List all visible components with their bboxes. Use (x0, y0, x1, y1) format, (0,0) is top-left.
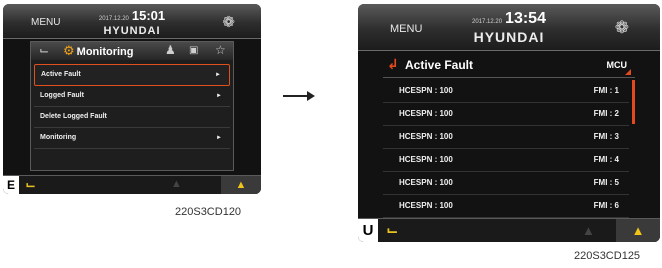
fault-row[interactable]: HCESPN : 100 FMI : 4 (383, 149, 629, 172)
fault-row[interactable]: HCESPN : 100 FMI : 3 (383, 126, 629, 149)
steering-wheel-icon[interactable]: ❁ (615, 18, 629, 38)
fault-row[interactable]: HCESPN : 100 FMI : 5 (383, 172, 629, 195)
fault-code: HCESPN : 100 (399, 155, 453, 164)
active-fault-screen: MENU 2017.12.20 13:54 HYUNDAI ❁ ↲ Active … (358, 4, 660, 242)
fault-code: HCESPN : 100 (399, 109, 453, 118)
machine-icon: ▲ (616, 219, 660, 242)
tab-monitoring[interactable]: ⚙ Monitoring (63, 42, 133, 60)
fault-fmi: FMI : 4 (593, 155, 619, 164)
chevron-right-icon: ► (216, 93, 222, 99)
steering-wheel-icon[interactable]: ❁ (222, 13, 235, 31)
fault-row[interactable]: HCESPN : 100 FMI : 2 (383, 103, 629, 126)
brand-logo: HYUNDAI (473, 29, 545, 45)
indicator-icon: ▲ (171, 178, 182, 190)
status-footer: E ⌙ ▲ ▲ (3, 175, 261, 194)
menu-item-label: Active Fault (41, 71, 81, 78)
datetime: 2017.12.20 13:54 HYUNDAI (472, 10, 546, 45)
mode-indicator: U (358, 219, 378, 242)
monitoring-panel: ⌙ ⚙ Monitoring ♟ ▣ ☆ Active Fault ► Logge… (30, 41, 234, 171)
fault-code: HCESPN : 100 (399, 86, 453, 95)
fault-fmi: FMI : 2 (593, 109, 619, 118)
fault-list: HCESPN : 100 FMI : 1 HCESPN : 100 FMI : … (383, 80, 629, 218)
operator-icon: ⌙ (25, 177, 36, 192)
monitoring-menu-list: Active Fault ► Logged Fault ► Delete Log… (34, 64, 230, 149)
monitoring-gear-icon: ⚙ (63, 43, 75, 58)
date: 2017.12.20 (472, 19, 503, 25)
fault-row[interactable]: HCESPN : 100 FMI : 1 (383, 80, 629, 103)
header-bar: MENU 2017.12.20 13:54 HYUNDAI ❁ (358, 4, 660, 51)
fault-fmi: FMI : 6 (593, 201, 619, 210)
fault-fmi: FMI : 5 (593, 178, 619, 187)
menu-item-logged-fault[interactable]: Logged Fault ► (34, 86, 230, 107)
status-footer: U ⌙ ▲ ▲ (358, 218, 660, 242)
menu-tab-bar: ⌙ ⚙ Monitoring ♟ ▣ ☆ (31, 42, 233, 60)
tab-monitoring-label: Monitoring (76, 46, 134, 58)
chevron-right-icon: ► (215, 72, 221, 78)
operator-icon: ⌙ (386, 222, 399, 239)
brand-logo: HYUNDAI (103, 25, 161, 37)
menu-button[interactable]: MENU (31, 17, 60, 28)
fault-code: HCESPN : 100 (399, 201, 453, 210)
figure-caption: 220S3CD120 (175, 206, 242, 218)
datetime: 2017.12.20 15:01 HYUNDAI (99, 7, 165, 37)
menu-item-delete-logged-fault[interactable]: Delete Logged Fault (34, 107, 230, 128)
menu-item-label: Logged Fault (40, 92, 84, 99)
fault-fmi: FMI : 1 (593, 86, 619, 95)
menu-item-active-fault[interactable]: Active Fault ► (34, 64, 230, 86)
operator-icon[interactable]: ⌙ (39, 43, 49, 57)
menu-item-label: Monitoring (40, 134, 77, 141)
fault-row[interactable]: HCESPN : 100 FMI : 6 (383, 195, 629, 218)
machine-icon: ▲ (221, 176, 261, 194)
fault-list-scrollbar[interactable] (632, 80, 635, 124)
clock-time: 15:01 (131, 8, 166, 23)
chevron-right-icon: ► (216, 135, 222, 141)
arrow-right-icon (283, 91, 315, 101)
menu-item-monitoring[interactable]: Monitoring ► (34, 128, 230, 149)
figure-caption: 220S3CD125 (574, 250, 641, 262)
indicator-icon: ▲ (582, 223, 595, 238)
date: 2017.12.20 (98, 16, 129, 22)
header-bar: MENU 2017.12.20 15:01 HYUNDAI ❁ (3, 4, 261, 39)
mode-indicator: E (3, 176, 19, 194)
user-icon[interactable]: ♟ (165, 43, 176, 57)
camera-icon[interactable]: ▣ (189, 45, 198, 56)
fault-code: HCESPN : 100 (399, 178, 453, 187)
menu-item-label: Delete Logged Fault (40, 113, 107, 120)
clock-time: 13:54 (505, 10, 546, 27)
star-icon[interactable]: ☆ (215, 43, 226, 57)
page-title: Active Fault (405, 58, 474, 72)
fault-code: HCESPN : 100 (399, 132, 453, 141)
fault-fmi: FMI : 3 (593, 132, 619, 141)
back-arrow-icon[interactable]: ↲ (387, 56, 399, 73)
monitoring-menu-screen: MENU 2017.12.20 15:01 HYUNDAI ❁ ⌙ ⚙ Monito… (3, 4, 261, 194)
page-title-bar: ↲ Active Fault MCU (383, 55, 635, 78)
dropdown-triangle-icon (625, 69, 631, 75)
controller-selector[interactable]: MCU (607, 60, 628, 70)
menu-button[interactable]: MENU (390, 23, 422, 35)
